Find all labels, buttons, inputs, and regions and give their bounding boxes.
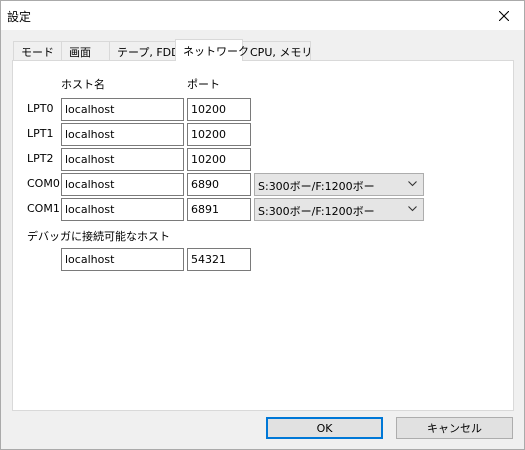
com0-host-input[interactable]: localhost	[61, 173, 184, 196]
tab-cpu-memory[interactable]: CPU, メモリ	[242, 41, 312, 60]
com1-host-input[interactable]: localhost	[61, 198, 184, 221]
window-title: 設定	[7, 10, 32, 24]
network-panel: ホスト名 ポート LPT0 localhost 10200 LPT1 local…	[12, 60, 514, 411]
com0-port-input[interactable]: 6890	[187, 173, 251, 196]
debugger-host-label: デバッガに接続可能なホスト	[27, 230, 170, 243]
lpt0-port-input[interactable]: 10200	[187, 98, 251, 121]
com1-port-input[interactable]: 6891	[187, 198, 251, 221]
com0-speed-value: S:300ボー/F:1200ボー	[258, 180, 375, 193]
debugger-host-input[interactable]: localhost	[61, 248, 184, 271]
host-column-header: ホスト名	[61, 78, 105, 91]
close-icon	[499, 10, 509, 21]
com1-speed-select[interactable]: S:300ボー/F:1200ボー	[254, 198, 424, 221]
lpt0-label: LPT0	[27, 102, 54, 115]
chevron-down-icon	[408, 181, 417, 187]
com1-speed-value: S:300ボー/F:1200ボー	[258, 205, 375, 218]
title-bar: 設定	[1, 1, 524, 30]
cancel-button[interactable]: キャンセル	[396, 417, 513, 439]
tab-tape-fdd[interactable]: テープ, FDD	[109, 41, 180, 60]
tab-network[interactable]: ネットワーク	[175, 39, 249, 61]
com0-speed-select[interactable]: S:300ボー/F:1200ボー	[254, 173, 424, 196]
port-column-header: ポート	[187, 78, 220, 91]
lpt2-host-input[interactable]: localhost	[61, 148, 184, 171]
tab-mode[interactable]: モード	[13, 41, 62, 60]
lpt1-host-input[interactable]: localhost	[61, 123, 184, 146]
tab-display[interactable]: 画面	[61, 41, 110, 60]
com0-label: COM0	[27, 177, 60, 190]
lpt2-label: LPT2	[27, 152, 54, 165]
lpt0-host-input[interactable]: localhost	[61, 98, 184, 121]
com1-label: COM1	[27, 202, 60, 215]
debugger-port-input[interactable]: 54321	[187, 248, 251, 271]
chevron-down-icon	[408, 206, 417, 212]
lpt1-port-input[interactable]: 10200	[187, 123, 251, 146]
settings-dialog: 設定 モード 画面 テープ, FDD ネットワーク CPU, メモリ ホスト名 …	[0, 0, 525, 450]
close-button[interactable]	[484, 1, 524, 30]
ok-button[interactable]: OK	[266, 417, 383, 439]
lpt1-label: LPT1	[27, 127, 54, 140]
lpt2-port-input[interactable]: 10200	[187, 148, 251, 171]
